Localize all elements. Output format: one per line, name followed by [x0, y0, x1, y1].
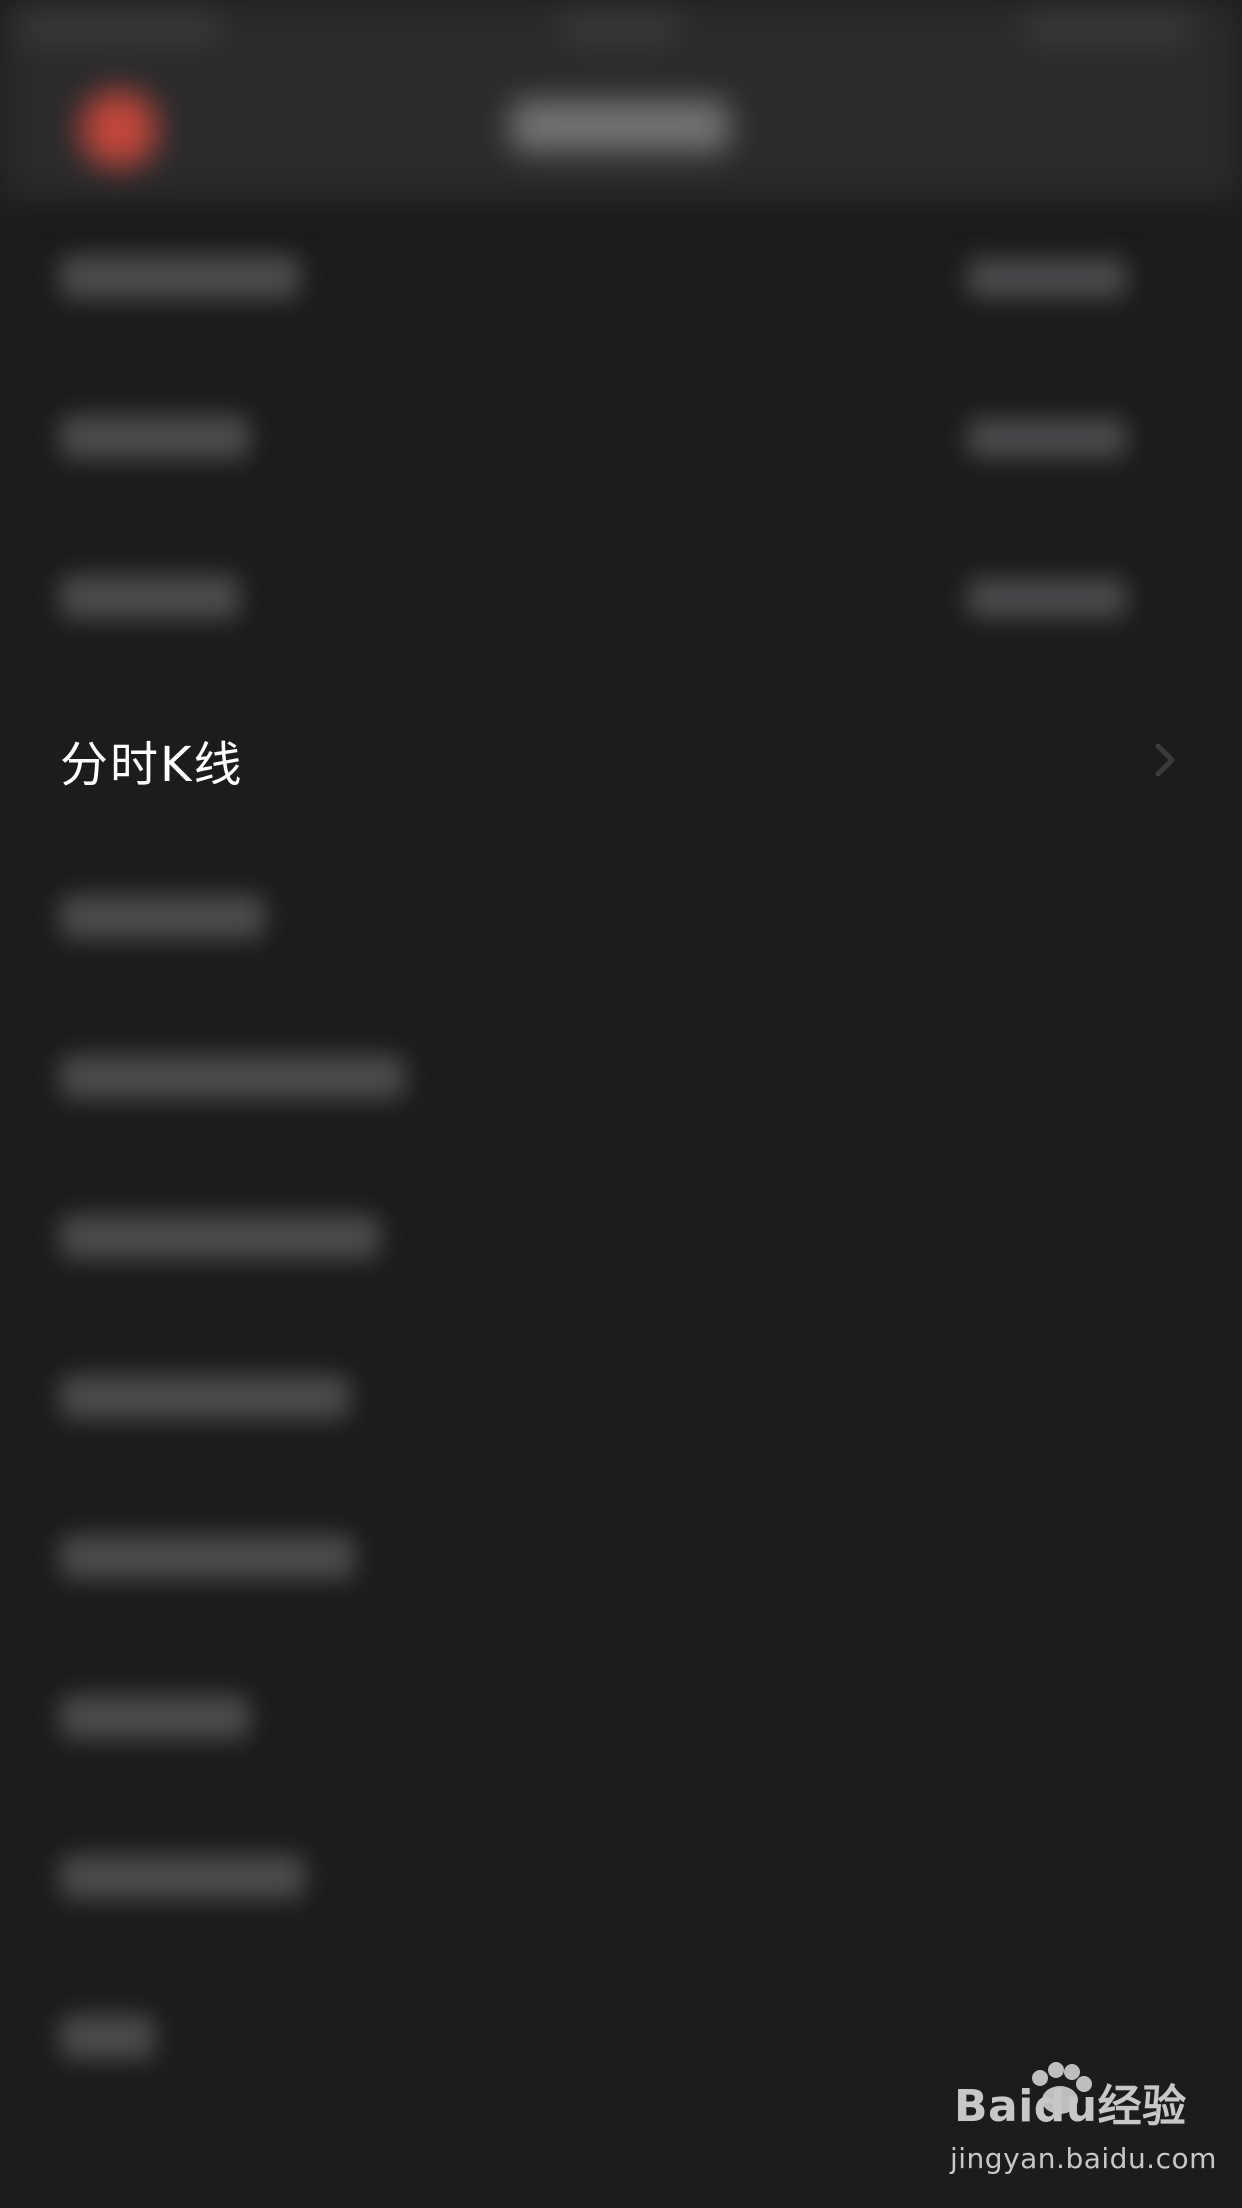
status-bar-center [560, 10, 680, 44]
row-label-placeholder [60, 415, 250, 459]
row-label-placeholder [60, 2015, 155, 2059]
watermark-brand: Baidu经验 [954, 2081, 1187, 2132]
row-value-placeholder [967, 418, 1127, 458]
settings-row-blurred-7[interactable] [0, 1160, 1242, 1320]
row-label-placeholder [60, 895, 265, 939]
settings-row-fenshi-kline[interactable]: 分时K线 [0, 680, 1242, 840]
row-value-placeholder [967, 258, 1127, 298]
settings-row-blurred-5[interactable] [0, 840, 1242, 1000]
chevron-right-icon [1155, 743, 1175, 777]
nav-title [510, 100, 730, 152]
settings-row-blurred-6[interactable] [0, 1000, 1242, 1160]
settings-row-label: 分时K线 [60, 737, 244, 793]
settings-row-blurred-10[interactable] [0, 1640, 1242, 1800]
row-label-placeholder [60, 1695, 250, 1739]
row-value-placeholder [967, 578, 1127, 618]
settings-row-blurred-9[interactable] [0, 1480, 1242, 1640]
settings-row-blurred-8[interactable] [0, 1320, 1242, 1480]
settings-row-blurred-2[interactable] [0, 360, 1242, 520]
settings-row-blurred-3[interactable] [0, 520, 1242, 680]
watermark: Baidu经验 jingyan.baidu.com [950, 2062, 1216, 2190]
row-label-placeholder [60, 1855, 305, 1899]
row-label-placeholder [60, 1055, 405, 1099]
back-icon[interactable] [80, 90, 158, 168]
settings-row-blurred-11[interactable] [0, 1800, 1242, 1960]
top-bar [0, 0, 1242, 200]
status-bar-left [20, 10, 220, 44]
settings-list: 分时K线 [0, 200, 1242, 2208]
status-bar-right [1022, 10, 1192, 44]
row-label-placeholder [60, 255, 300, 299]
row-label-placeholder [60, 1375, 350, 1419]
row-label-placeholder [60, 1215, 380, 1259]
settings-row-blurred-1[interactable] [0, 200, 1242, 360]
row-label-placeholder [60, 1535, 355, 1579]
row-label-placeholder [60, 575, 240, 619]
watermark-url: jingyan.baidu.com [950, 2142, 1217, 2175]
